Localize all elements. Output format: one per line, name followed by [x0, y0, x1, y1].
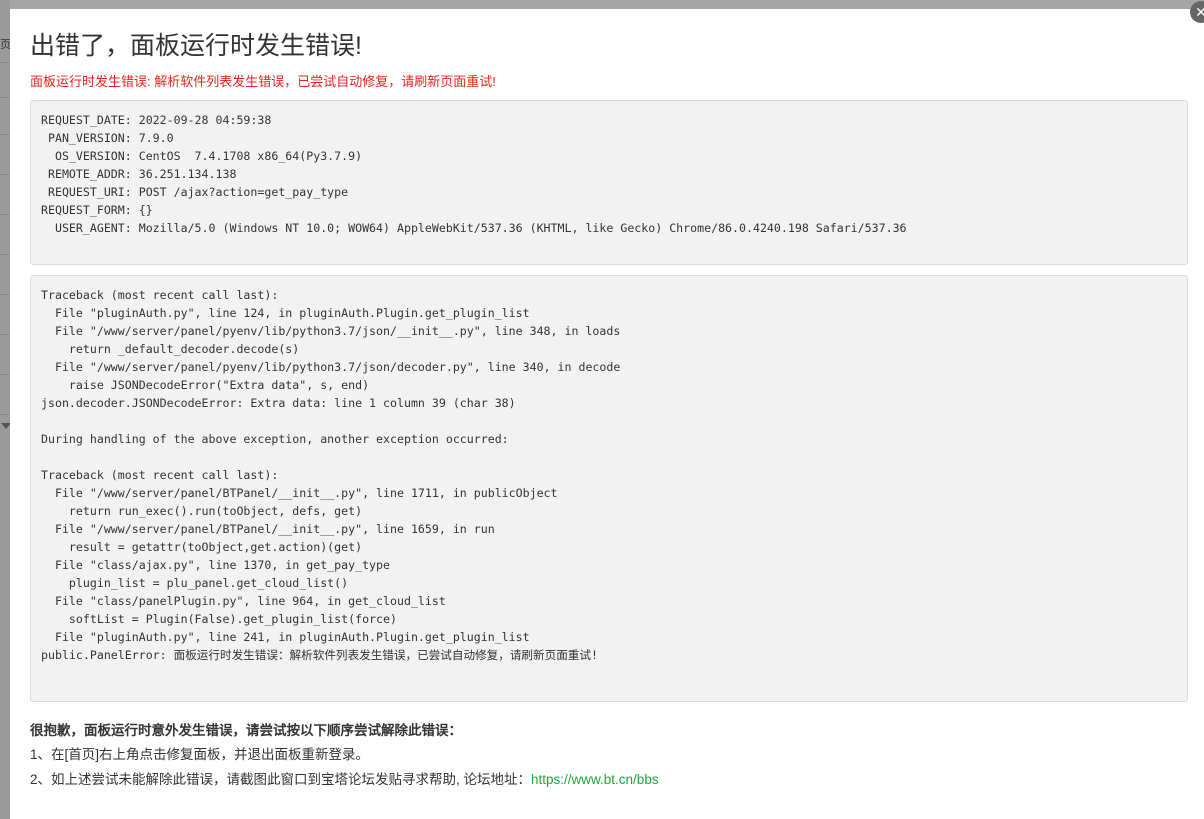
traceback-line: raise JSONDecodeError("Extra data", s, e…: [68, 378, 370, 392]
traceback-line: File "/www/server/panel/pyenv/lib/python…: [54, 360, 621, 374]
traceback-line: During handling of the above exception, …: [41, 432, 509, 446]
traceback-line: File "/www/server/panel/pyenv/lib/python…: [54, 324, 621, 338]
error-message: 面板运行时发生错误: 解析软件列表发生错误，已尝试自动修复，请刷新页面重试!: [30, 74, 496, 89]
traceback-box: Traceback (most recent call last): File …: [30, 275, 1188, 702]
request-info-line: REQUEST_FORM: {}: [41, 203, 153, 217]
help-step-1: 1、在[首页]右上角点击修复面板，并退出面板重新登录。: [30, 747, 370, 762]
traceback-line: return run_exec().run(toObject, defs, ge…: [68, 504, 363, 518]
error-dialog: ✕ 出错了，面板运行时发生错误! 面板运行时发生错误: 解析软件列表发生错误，已…: [10, 1, 1204, 819]
request-info-line: REQUEST_URI: POST /ajax?action=get_pay_t…: [47, 185, 349, 199]
help-step-2: 2、如上述尝试未能解除此错误，请截图此窗口到宝塔论坛发贴寻求帮助, 论坛地址：h…: [30, 768, 1180, 792]
traceback-line: File "/www/server/panel/BTPanel/__init__…: [54, 486, 558, 500]
traceback-line: public.PanelError: 面板运行时发生错误：解析软件列表发生错误，…: [41, 648, 598, 662]
help-step-2-text: 2、如上述尝试未能解除此错误，请截图此窗口到宝塔论坛发贴寻求帮助, 论坛地址：: [30, 772, 532, 787]
traceback-line: result = getattr(toObject,get.action)(ge…: [68, 540, 363, 554]
traceback-line: File "pluginAuth.py", line 124, in plugi…: [54, 306, 530, 320]
overlay-top-edge: [0, 0, 1204, 9]
traceback-line: plugin_list = plu_panel.get_cloud_list(): [68, 576, 349, 590]
request-info-box: REQUEST_DATE: 2022-09-28 04:59:38 PAN_VE…: [30, 100, 1188, 265]
background-row: [0, 340, 10, 375]
traceback-line: File "/www/server/panel/BTPanel/__init__…: [54, 522, 495, 536]
forum-link[interactable]: https://www.bt.cn/bbs: [531, 772, 659, 787]
close-icon[interactable]: ✕: [1190, 1, 1204, 23]
traceback-line: return _default_decoder.decode(s): [68, 342, 300, 356]
background-app: 页: [0, 0, 11, 819]
traceback-line: File "class/ajax.py", line 1370, in get_…: [54, 558, 391, 572]
background-row: [0, 380, 10, 415]
background-row: [0, 63, 10, 98]
background-row: [0, 220, 10, 255]
background-row: [0, 100, 10, 135]
help-section: 很抱歉，面板运行时意外发生错误，请尝试按以下顺序尝试解除此错误： 1、在[首页]…: [30, 719, 1180, 792]
dialog-title: 出错了，面板运行时发生错误!: [30, 32, 362, 60]
background-row: [0, 260, 10, 295]
help-title: 很抱歉，面板运行时意外发生错误，请尝试按以下顺序尝试解除此错误：: [30, 723, 462, 738]
background-row: [0, 300, 10, 335]
traceback-line: File "pluginAuth.py", line 241, in plugi…: [54, 630, 530, 644]
request-info-line: REMOTE_ADDR: 36.251.134.138: [47, 167, 237, 181]
request-info-text: REQUEST_DATE: 2022-09-28 04:59:38 PAN_VE…: [31, 101, 1187, 237]
traceback-text: Traceback (most recent call last): File …: [31, 276, 1187, 664]
traceback-line: Traceback (most recent call last):: [41, 288, 279, 302]
traceback-line: File "class/panelPlugin.py", line 964, i…: [54, 594, 446, 608]
request-info-line: REQUEST_DATE: 2022-09-28 04:59:38: [41, 113, 272, 127]
request-info-line: PAN_VERSION: 7.9.0: [47, 131, 174, 145]
request-info-line: USER_AGENT: Mozilla/5.0 (Windows NT 10.0…: [41, 221, 907, 235]
background-tab: 页: [0, 28, 10, 63]
background-row: [0, 140, 10, 175]
traceback-line: Traceback (most recent call last):: [41, 468, 279, 482]
traceback-line: softList = Plugin(False).get_plugin_list…: [68, 612, 397, 626]
background-row: [0, 180, 10, 215]
request-info-line: OS_VERSION: CentOS 7.4.1708 x86_64(Py3.7…: [54, 149, 363, 163]
traceback-line: json.decoder.JSONDecodeError: Extra data…: [41, 396, 516, 410]
